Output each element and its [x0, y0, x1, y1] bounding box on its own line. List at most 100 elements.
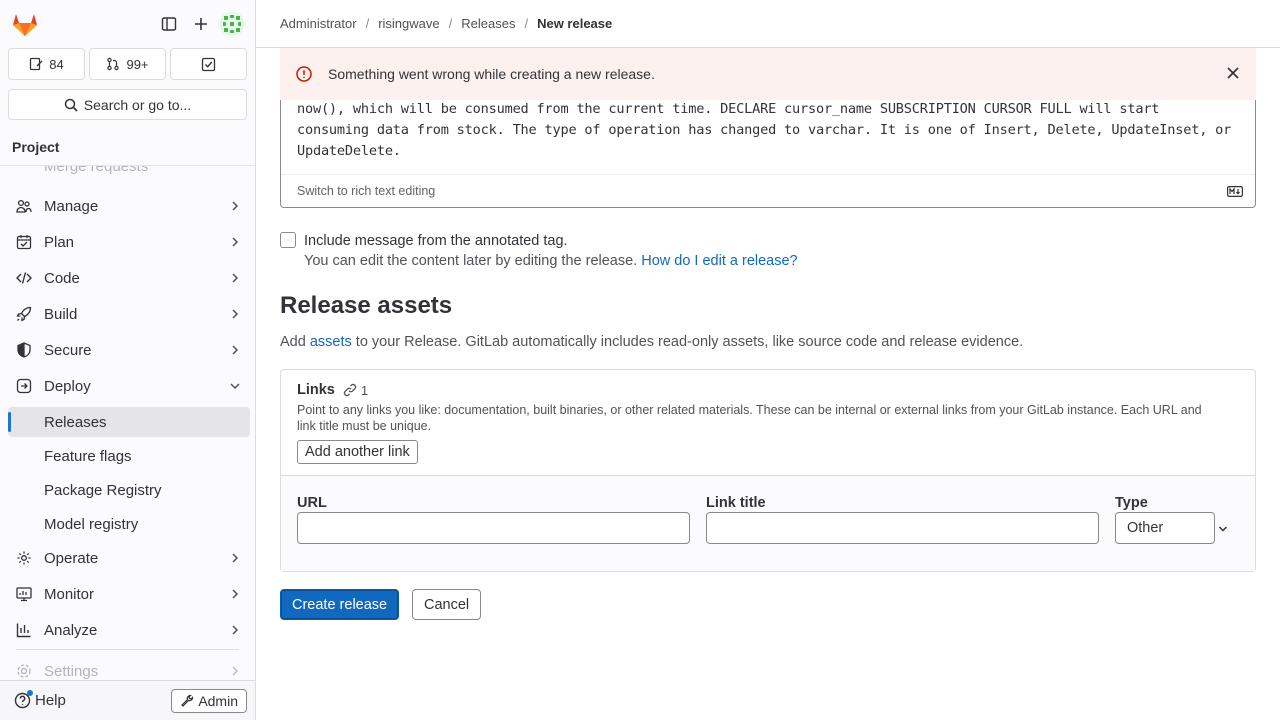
sidebar-item-build[interactable]: Build — [8, 299, 250, 329]
add-another-link-button[interactable]: Add another link — [297, 440, 418, 464]
create-release-button[interactable]: Create release — [280, 589, 400, 620]
include-tag-help-text: You can edit the content later by editin… — [304, 253, 638, 269]
sidebar-item-label: Deploy — [44, 377, 91, 395]
link-title-input[interactable] — [706, 512, 1099, 544]
release-assets-heading: Release assets — [280, 292, 453, 319]
merge-requests-count: 99+ — [126, 56, 149, 72]
sidebar-item-code[interactable]: Code — [8, 263, 250, 293]
user-avatar[interactable] — [219, 11, 245, 37]
links-description: Point to any links you like: documentati… — [297, 403, 1202, 433]
include-tag-label[interactable]: Include message from the annotated tag. — [304, 231, 798, 251]
switch-rich-text-button[interactable]: Switch to rich text editing — [297, 184, 435, 198]
chevron-down-icon[interactable] — [1218, 524, 1228, 534]
sidebar-header — [0, 0, 255, 48]
include-tag-checkbox[interactable] — [280, 232, 296, 248]
links-title: Links — [297, 382, 335, 398]
assets-desc-suffix: to your Release. GitLab automatically in… — [355, 334, 1024, 350]
todos-counter[interactable] — [170, 48, 247, 80]
sidebar-item-label: Build — [44, 305, 78, 323]
chart-icon — [16, 622, 32, 638]
sidebar-item-label: Monitor — [44, 585, 95, 603]
breadcrumb-item-project[interactable]: risingwave — [378, 16, 439, 31]
chevron-right-icon — [232, 625, 239, 635]
settings-icon — [16, 663, 32, 679]
close-icon[interactable] — [1226, 66, 1240, 83]
link-row: URL Link title Type Other — [281, 476, 1255, 571]
link-icon — [343, 383, 356, 397]
sidebar-item-manage[interactable]: Manage — [8, 191, 250, 221]
include-tag-option: Include message from the annotated tag. … — [280, 231, 798, 271]
toggle-sidebar-icon[interactable] — [153, 8, 185, 40]
sidebar-item-deploy[interactable]: Deploy — [8, 371, 250, 401]
links-card-header: Links 1 Point to any links you like: doc… — [281, 370, 1255, 476]
left-sidebar: 84 99+ Search or go to... Project Merge … — [0, 0, 256, 720]
sidebar-item-label: Model registry — [44, 515, 139, 533]
merge-requests-counter[interactable]: 99+ — [89, 48, 166, 80]
merge-request-icon — [107, 57, 120, 71]
sidebar-item-monitor[interactable]: Monitor — [8, 579, 250, 609]
search-icon — [64, 98, 78, 112]
assets-link[interactable]: assets — [310, 334, 352, 350]
sidebar-item-package-registry[interactable]: Package Registry — [8, 475, 250, 505]
users-icon — [16, 198, 32, 214]
sidebar-item-secure[interactable]: Secure — [8, 335, 250, 365]
issues-counter[interactable]: 84 — [8, 48, 85, 80]
chevron-right-icon — [232, 201, 239, 211]
search-button[interactable]: Search or go to... — [8, 89, 247, 120]
sidebar-section-title: Project — [0, 129, 255, 166]
notification-dot — [27, 690, 33, 696]
editor-footer: Switch to rich text editing — [281, 174, 1255, 207]
chevron-right-icon — [232, 666, 239, 676]
sidebar-item-label: Code — [44, 269, 80, 287]
sidebar-item-label: Secure — [44, 341, 92, 359]
chevron-right-icon — [232, 345, 239, 355]
sidebar-item-analyze[interactable]: Analyze — [8, 615, 250, 645]
sidebar-divider — [16, 649, 239, 650]
release-notes-text[interactable]: now(), which will be consumed from the c… — [297, 99, 1239, 162]
admin-label: Admin — [198, 692, 238, 709]
help-button[interactable]: Help — [8, 690, 66, 709]
breadcrumb-item-administrator[interactable]: Administrator — [280, 16, 357, 31]
breadcrumb-separator: / — [448, 16, 453, 31]
sidebar-item-operate[interactable]: Operate — [8, 543, 250, 573]
url-input[interactable] — [297, 512, 690, 544]
breadcrumb-separator: / — [524, 16, 529, 31]
sidebar-item-model-registry[interactable]: Model registry — [8, 509, 250, 539]
release-assets-description: Add assets to your Release. GitLab autom… — [280, 334, 1023, 350]
cloud-gear-icon — [16, 550, 32, 566]
sidebar-item-label: Plan — [44, 233, 75, 251]
chevron-right-icon — [232, 237, 239, 247]
todo-icon — [201, 57, 216, 71]
breadcrumb-separator: / — [365, 16, 370, 31]
sidebar-item-label: Operate — [44, 549, 99, 567]
sidebar-counters: 84 99+ — [0, 48, 255, 80]
create-new-icon[interactable] — [185, 8, 217, 40]
sidebar-item-label: Manage — [44, 197, 99, 215]
sidebar-item-releases[interactable]: Releases — [8, 407, 250, 437]
admin-button[interactable]: Admin — [171, 688, 247, 713]
breadcrumb-item-releases[interactable]: Releases — [461, 16, 515, 31]
error-alert: Something went wrong while creating a ne… — [280, 48, 1256, 100]
link-type-value: Other — [1127, 520, 1164, 536]
sidebar-item-label: Settings — [44, 662, 99, 680]
include-tag-help: You can edit the content later by editin… — [304, 251, 798, 271]
wrench-icon — [181, 694, 194, 707]
links-card: Links 1 Point to any links you like: doc… — [280, 369, 1256, 572]
issues-count: 84 — [49, 56, 64, 72]
edit-release-help-link[interactable]: How do I edit a release? — [641, 253, 797, 269]
chevron-right-icon — [232, 309, 239, 319]
error-icon — [296, 66, 312, 82]
sidebar-item-plan[interactable]: Plan — [8, 227, 250, 257]
breadcrumb: Administrator / risingwave / Releases / … — [256, 0, 1280, 48]
link-title-label: Link title — [706, 495, 766, 511]
chevron-right-icon — [232, 553, 239, 563]
shield-icon — [16, 342, 32, 358]
monitor-icon — [16, 586, 32, 602]
gitlab-logo-icon[interactable] — [10, 9, 40, 39]
cancel-button[interactable]: Cancel — [412, 589, 482, 620]
links-count: 1 — [360, 382, 369, 398]
link-type-select[interactable]: Other — [1115, 512, 1215, 544]
code-icon — [16, 270, 32, 286]
sidebar-item-label: Feature flags — [44, 447, 132, 465]
sidebar-item-feature-flags[interactable]: Feature flags — [8, 441, 250, 471]
